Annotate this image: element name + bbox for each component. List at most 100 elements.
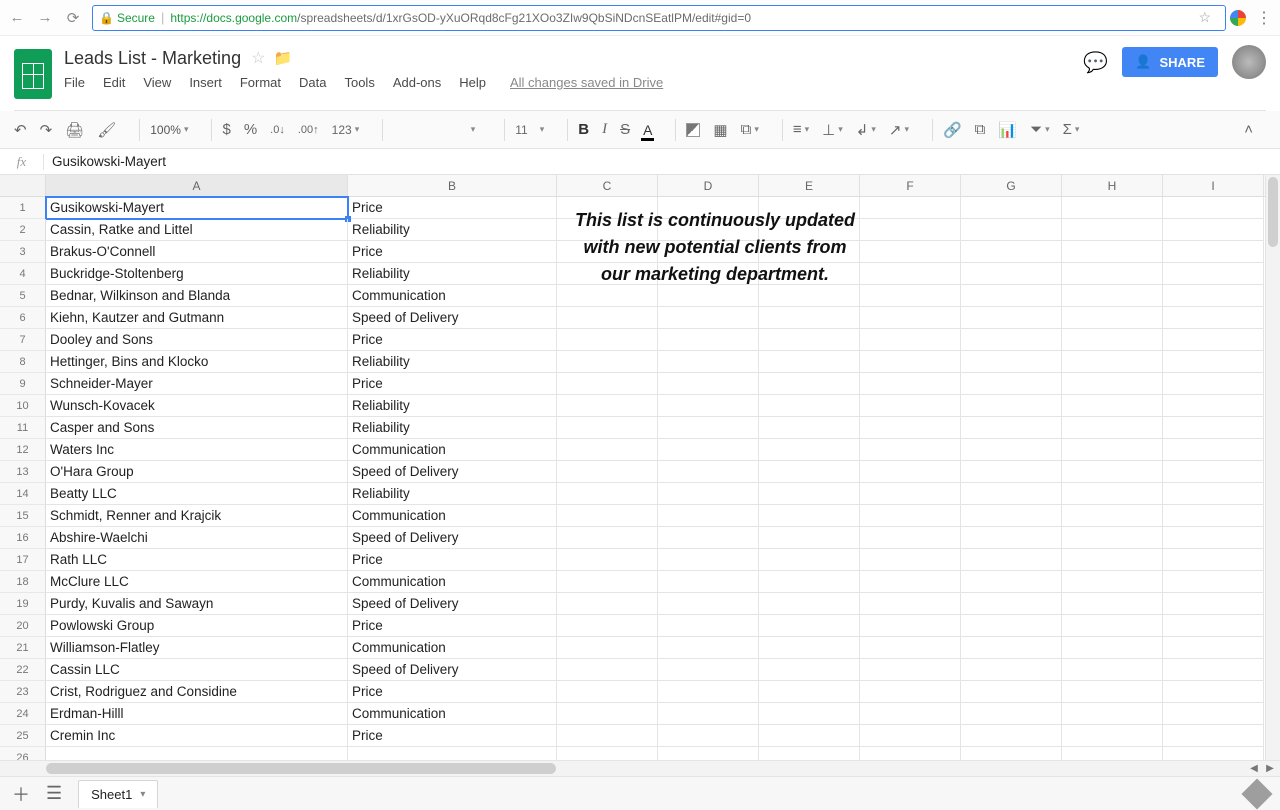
cell[interactable]: [1163, 461, 1264, 483]
cell[interactable]: [1062, 483, 1163, 505]
cell[interactable]: [1062, 329, 1163, 351]
cell[interactable]: [1163, 395, 1264, 417]
cell[interactable]: [860, 417, 961, 439]
cell[interactable]: [860, 659, 961, 681]
cell[interactable]: [961, 439, 1062, 461]
cell[interactable]: [1062, 417, 1163, 439]
sheets-logo-icon[interactable]: [14, 49, 52, 99]
cell[interactable]: [860, 483, 961, 505]
cell[interactable]: [658, 373, 759, 395]
cell[interactable]: [557, 351, 658, 373]
cell[interactable]: [1062, 285, 1163, 307]
cell[interactable]: [961, 285, 1062, 307]
cell[interactable]: Purdy, Kuvalis and Sawayn: [46, 593, 348, 615]
document-title[interactable]: Leads List - Marketing: [64, 48, 241, 69]
cell[interactable]: [557, 593, 658, 615]
extension-icon[interactable]: [1230, 10, 1246, 26]
col-header-h[interactable]: H: [1062, 175, 1163, 196]
star-icon[interactable]: ☆: [251, 48, 265, 68]
cell[interactable]: [860, 263, 961, 285]
col-header-c[interactable]: C: [557, 175, 658, 196]
cell[interactable]: [1062, 527, 1163, 549]
cell[interactable]: [557, 615, 658, 637]
save-status[interactable]: All changes saved in Drive: [510, 75, 663, 90]
row-header[interactable]: 7: [0, 329, 46, 351]
cell[interactable]: [860, 439, 961, 461]
text-rotation-icon[interactable]: ↗▾: [889, 121, 909, 139]
cell[interactable]: [759, 637, 860, 659]
explore-icon[interactable]: [1241, 778, 1272, 809]
cell[interactable]: Erdman-Hilll: [46, 703, 348, 725]
cell[interactable]: [557, 681, 658, 703]
cell[interactable]: [557, 417, 658, 439]
cell[interactable]: Wunsch-Kovacek: [46, 395, 348, 417]
cell[interactable]: [658, 615, 759, 637]
cell[interactable]: [658, 395, 759, 417]
cell[interactable]: Reliability: [348, 351, 557, 373]
row-header[interactable]: 11: [0, 417, 46, 439]
col-header-i[interactable]: I: [1163, 175, 1264, 196]
cell[interactable]: [759, 483, 860, 505]
italic-icon[interactable]: I: [602, 121, 607, 138]
cell[interactable]: Casper and Sons: [46, 417, 348, 439]
cell[interactable]: [1163, 681, 1264, 703]
text-wrap-icon[interactable]: ↲▾: [856, 121, 876, 139]
cell[interactable]: [759, 285, 860, 307]
share-button[interactable]: 👤 SHARE: [1122, 47, 1218, 77]
cell[interactable]: [759, 505, 860, 527]
cell[interactable]: Powlowski Group: [46, 615, 348, 637]
cell[interactable]: Communication: [348, 505, 557, 527]
row-header[interactable]: 20: [0, 615, 46, 637]
cell[interactable]: [759, 593, 860, 615]
cell[interactable]: [658, 549, 759, 571]
cell[interactable]: [658, 439, 759, 461]
cell[interactable]: [961, 703, 1062, 725]
cell[interactable]: [1062, 571, 1163, 593]
cell[interactable]: [1062, 373, 1163, 395]
col-header-e[interactable]: E: [759, 175, 860, 196]
row-header[interactable]: 16: [0, 527, 46, 549]
bookmark-star-icon[interactable]: ☆: [1198, 9, 1211, 26]
cell[interactable]: [759, 703, 860, 725]
cell[interactable]: [557, 659, 658, 681]
cell[interactable]: Waters Inc: [46, 439, 348, 461]
row-header[interactable]: 13: [0, 461, 46, 483]
collapse-toolbar-icon[interactable]: ˄: [1244, 121, 1253, 138]
cell[interactable]: [658, 527, 759, 549]
cell[interactable]: Communication: [348, 285, 557, 307]
cell[interactable]: Speed of Delivery: [348, 593, 557, 615]
cell[interactable]: [860, 681, 961, 703]
cell[interactable]: [658, 307, 759, 329]
cell[interactable]: [759, 329, 860, 351]
cell[interactable]: [557, 505, 658, 527]
row-header[interactable]: 15: [0, 505, 46, 527]
cell[interactable]: [1163, 417, 1264, 439]
sheet-tab-menu-icon[interactable]: ▾: [140, 789, 145, 800]
currency-icon[interactable]: $: [222, 121, 230, 138]
increase-decimal-icon[interactable]: .00↑: [298, 124, 319, 136]
row-header[interactable]: 17: [0, 549, 46, 571]
bold-icon[interactable]: B: [578, 121, 589, 138]
more-formats-select[interactable]: 123▾: [332, 123, 360, 137]
cell[interactable]: [557, 285, 658, 307]
menu-file[interactable]: File: [64, 75, 85, 90]
cell[interactable]: [759, 351, 860, 373]
cell[interactable]: [1163, 637, 1264, 659]
cell[interactable]: Price: [348, 615, 557, 637]
cell[interactable]: [860, 197, 961, 219]
cell[interactable]: [860, 351, 961, 373]
scroll-left-icon[interactable]: ◀: [1246, 761, 1262, 777]
cell[interactable]: [860, 241, 961, 263]
cell[interactable]: [860, 571, 961, 593]
cell[interactable]: [1062, 703, 1163, 725]
cell[interactable]: [658, 329, 759, 351]
cell[interactable]: [1163, 439, 1264, 461]
account-avatar[interactable]: [1232, 45, 1266, 79]
cell[interactable]: [860, 637, 961, 659]
redo-icon[interactable]: ↷: [40, 121, 53, 139]
row-header[interactable]: 14: [0, 483, 46, 505]
percent-icon[interactable]: %: [244, 121, 257, 138]
horizontal-align-icon[interactable]: ≡▾: [793, 121, 809, 138]
cell[interactable]: [961, 637, 1062, 659]
cell[interactable]: [658, 571, 759, 593]
